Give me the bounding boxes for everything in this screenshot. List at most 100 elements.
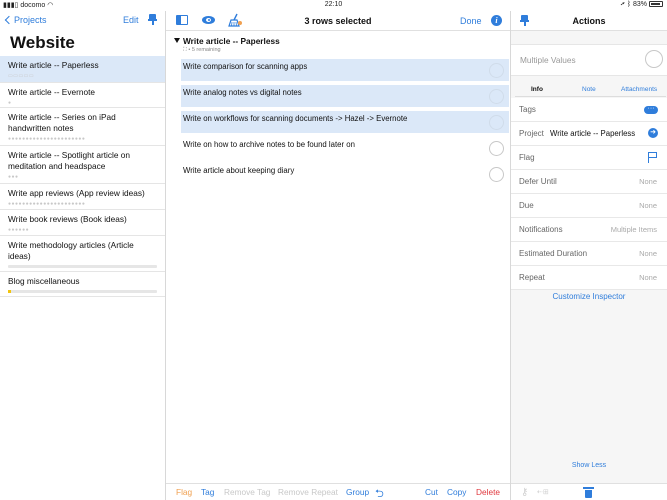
remove-repeat-button[interactable]: Remove Repeat [278, 487, 338, 497]
task-label[interactable]: Write comparison for scanning apps [183, 59, 487, 72]
multiple-values-label: Multiple Values [520, 55, 576, 65]
project-label: Blog miscellaneous [8, 276, 80, 286]
flag-button[interactable]: Flag [176, 487, 192, 497]
clock: 22:10 [324, 1, 343, 8]
due-field[interactable]: Due None [511, 194, 667, 218]
project-item[interactable]: Write article -- Paperless ▭▭▭▭▭ [0, 56, 165, 83]
project-group-header[interactable]: Write article -- Paperless [174, 36, 280, 46]
project-value: Write article -- Paperless [550, 129, 636, 138]
group-button[interactable]: Group [346, 487, 369, 497]
arrow-right-icon[interactable]: ➜ [648, 128, 658, 138]
info-icon[interactable]: i [491, 15, 502, 26]
status-bar: ▮▮▮▯ docomo ◠ 22:10 ➚ ᛒ 83% [0, 0, 667, 11]
progress-dots: ●●●●●● [8, 227, 30, 233]
inspector-toolbar: Actions [511, 11, 667, 31]
defer-field[interactable]: Defer Until None [511, 170, 667, 194]
task-label[interactable]: Write article about keeping diary [183, 163, 487, 176]
disclosure-triangle-icon[interactable] [174, 38, 180, 43]
inspector-panel: Actions Multiple Values Info Note Attach… [511, 11, 667, 500]
undo-icon[interactable]: ⮌ [375, 485, 384, 500]
remaining-count: ⛶ • 5 remaining [183, 47, 221, 53]
duration-field[interactable]: Estimated Duration None [511, 242, 667, 266]
repeat-field[interactable]: Repeat None [511, 266, 667, 290]
project-item[interactable]: Write article -- Series on iPad handwrit… [0, 108, 165, 146]
sequence-icon: ⛶ • [183, 47, 192, 53]
project-label: Write article -- Series on iPad handwrit… [8, 112, 116, 133]
project-item[interactable]: Write book reviews (Book ideas) ●●●●●● [0, 210, 165, 236]
task-label[interactable]: Write analog notes vs digital notes [183, 85, 487, 98]
edit-button[interactable]: Edit [123, 15, 139, 25]
task-checkbox[interactable] [489, 167, 504, 182]
tags-field[interactable]: Tags ··· [511, 98, 667, 122]
inspector-fields: Tags ··· Project Write article -- Paperl… [511, 98, 667, 290]
task-row[interactable]: Write analog notes vs digital notes [181, 85, 509, 107]
main-outline: 3 rows selected Done i Write article -- … [166, 11, 510, 500]
complete-checkbox[interactable] [645, 50, 663, 68]
flag-field[interactable]: Flag [511, 146, 667, 170]
field-label: Project [519, 129, 544, 138]
show-less-button[interactable]: Show Less [511, 462, 667, 469]
done-button[interactable]: Done [460, 16, 482, 26]
field-value: None [639, 249, 657, 258]
field-label: Defer Until [519, 177, 557, 186]
progress-dots: ▭▭▭▭▭ [8, 73, 35, 79]
task-row[interactable]: Write on workflows for scanning document… [181, 111, 509, 133]
flag-icon[interactable] [648, 152, 657, 163]
task-row[interactable]: Write on how to archive notes to be foun… [181, 137, 509, 159]
project-label: Write methodology articles (Article idea… [8, 240, 134, 261]
selection-title: 3 rows selected [304, 16, 372, 26]
task-row[interactable]: Write comparison for scanning apps [181, 59, 509, 81]
more-icon[interactable]: ··· [644, 105, 658, 114]
progress-dots: ●●●●●●●●●●●●●●●●●●●●●● [8, 201, 86, 207]
move-icon[interactable]: ⇠⊞ [537, 489, 553, 497]
battery-status: ➚ ᛒ 83% [621, 1, 663, 8]
tab-attachments[interactable]: Attachments [621, 86, 657, 93]
inspector-title: Actions [572, 16, 606, 26]
project-label: Write app reviews (App review ideas) [8, 188, 145, 198]
field-label: Notifications [519, 225, 563, 234]
task-checkbox[interactable] [489, 63, 504, 78]
inspector-tabs: Info Note Attachments [515, 84, 666, 97]
task-checkbox[interactable] [489, 89, 504, 104]
field-label: Tags [519, 105, 536, 114]
copy-button[interactable]: Copy [447, 487, 466, 497]
task-row[interactable]: Write article about keeping diary [181, 163, 509, 185]
progress-dots: ●●●●●●●●●●●●●●●●●●●●●● [8, 136, 86, 142]
task-checkbox[interactable] [489, 141, 504, 156]
tab-info[interactable]: Info [531, 86, 543, 93]
task-label[interactable]: Write on workflows for scanning document… [183, 111, 487, 124]
task-label[interactable]: Write on how to archive notes to be foun… [183, 137, 487, 150]
project-item[interactable]: Write methodology articles (Article idea… [0, 236, 165, 272]
delete-button[interactable]: Delete [476, 487, 500, 497]
project-item[interactable]: Write article -- Evernote ● [0, 83, 165, 108]
field-value: None [639, 177, 657, 186]
field-value: Multiple Items [610, 225, 657, 234]
key-icon[interactable]: ⚷ [521, 488, 532, 498]
remove-tag-button[interactable]: Remove Tag [224, 487, 270, 497]
field-value: None [639, 273, 657, 282]
customize-inspector-button[interactable]: Customize Inspector [511, 292, 667, 301]
project-item[interactable]: Blog miscellaneous [0, 272, 165, 297]
completion-row: Multiple Values [511, 44, 667, 76]
back-button[interactable]: Projects [4, 15, 47, 25]
bulk-action-bar: Flag Tag Remove Tag Remove Repeat Group … [166, 483, 510, 500]
field-label: Repeat [519, 273, 545, 282]
project-label: Write book reviews (Book ideas) [8, 214, 127, 224]
project-field[interactable]: Project Write article -- Paperless ➜ [511, 122, 667, 146]
project-item[interactable]: Write app reviews (App review ideas) ●●●… [0, 184, 165, 210]
cut-button[interactable]: Cut [425, 487, 438, 497]
notifications-field[interactable]: Notifications Multiple Items [511, 218, 667, 242]
project-label: Write article -- Evernote [8, 87, 95, 97]
tab-note[interactable]: Note [582, 86, 596, 93]
task-checkbox[interactable] [489, 115, 504, 130]
project-sidebar: Projects Edit Website Write article -- P… [0, 11, 165, 500]
page-title: Website [10, 33, 75, 52]
project-list: Write article -- Paperless ▭▭▭▭▭ Write a… [0, 56, 165, 297]
tag-button[interactable]: Tag [201, 487, 214, 497]
battery-icon [649, 1, 663, 7]
field-label: Flag [519, 153, 535, 162]
trash-icon[interactable] [583, 487, 594, 498]
field-label: Estimated Duration [519, 249, 588, 258]
pin-icon[interactable] [148, 14, 157, 25]
project-item[interactable]: Write article -- Spotlight article on me… [0, 146, 165, 184]
